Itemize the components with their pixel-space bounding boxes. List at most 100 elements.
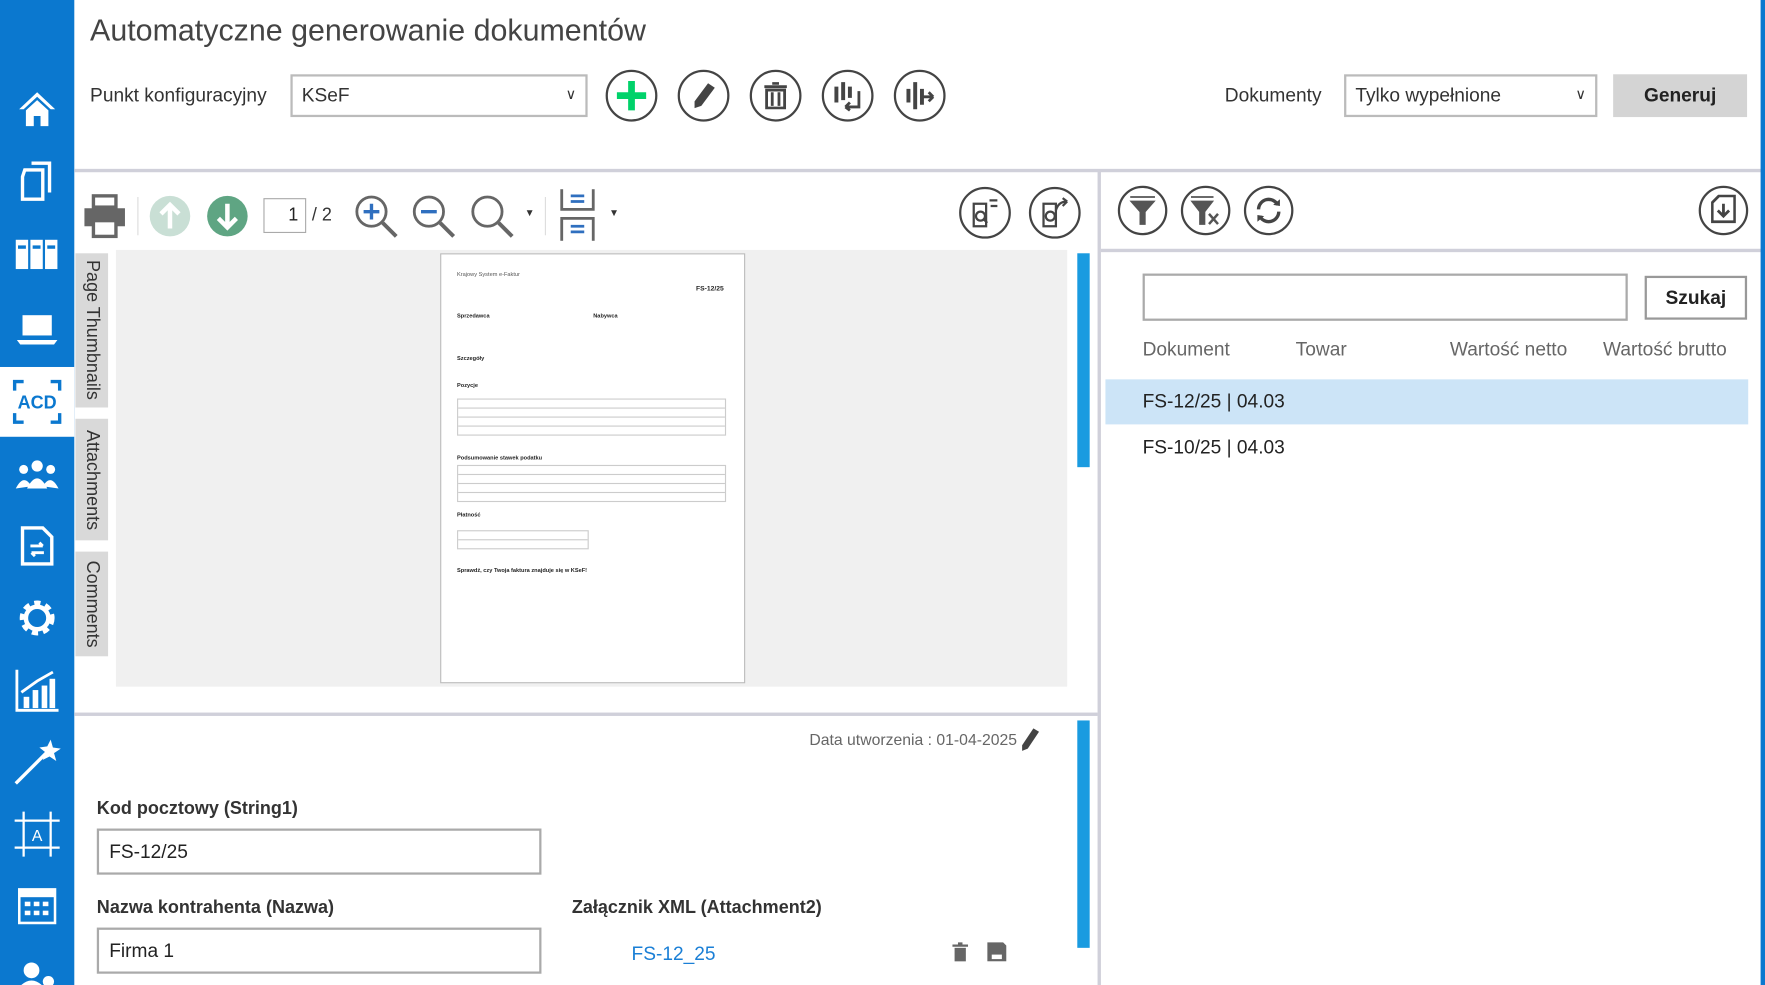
zoom-icon[interactable] <box>469 194 514 239</box>
doc-payment: Płatność <box>457 512 481 519</box>
page-layout-icon[interactable] <box>558 189 596 241</box>
document-sync-icon <box>20 526 54 566</box>
chevron-down-icon: ∨ <box>565 85 577 103</box>
chevron-down-icon: ∨ <box>1575 85 1587 103</box>
previous-page-icon[interactable] <box>149 195 192 238</box>
config-point-label: Punkt konfiguracyjny <box>90 84 267 106</box>
search-input[interactable] <box>1142 273 1628 321</box>
documents-icon <box>20 161 52 201</box>
sidebar-item-templates[interactable]: A <box>0 799 74 869</box>
documents-filter-value: Tylko wypełnione <box>1355 84 1502 106</box>
sidebar-item-workflow[interactable] <box>0 511 74 581</box>
page-number-input[interactable]: 1 <box>263 198 307 234</box>
document-page: Krajowy System e-Faktur FS-12/25 Sprzeda… <box>440 253 746 684</box>
column-header-document[interactable]: Dokument <box>1143 339 1230 362</box>
edit-pencil-icon[interactable] <box>1020 727 1040 752</box>
tab-page-thumbnails[interactable]: Page Thumbnails <box>75 253 109 408</box>
filter-button[interactable] <box>1117 185 1168 236</box>
users-icon <box>15 460 59 489</box>
sidebar-item-user-settings[interactable] <box>0 943 74 985</box>
doc-details: Szczegóły <box>457 355 485 363</box>
save-icon[interactable] <box>987 942 1007 962</box>
doc-tax-table <box>457 464 727 503</box>
rotate-search-button[interactable] <box>959 186 1011 239</box>
sidebar-item-workstation[interactable] <box>0 295 74 365</box>
sidebar-item-ocr[interactable]: ACD <box>0 366 75 437</box>
sidebar-item-library[interactable] <box>0 220 74 290</box>
column-header-item[interactable]: Towar <box>1296 339 1347 362</box>
xml-attachment-link[interactable]: FS-12_25 <box>632 943 716 966</box>
toolbar-separator <box>544 196 546 236</box>
trash-icon <box>764 82 787 110</box>
doc-positions-table <box>457 398 727 436</box>
doc-tax-summary: Podsumowanie stawek podatku <box>457 454 543 462</box>
config-point-value: KSeF <box>301 84 350 106</box>
sidebar-item-wizard[interactable] <box>0 727 74 797</box>
column-header-gross-value[interactable]: Wartość brutto <box>1603 339 1727 362</box>
home-icon <box>19 92 56 127</box>
doc-buyer: Nabywca <box>593 312 618 320</box>
import-bars-icon <box>834 82 861 112</box>
preview-scrollbar[interactable] <box>1077 253 1090 468</box>
sidebar-item-documents[interactable] <box>0 146 74 216</box>
pencil-icon <box>694 83 715 109</box>
doc-number: FS-12/25 <box>696 285 724 293</box>
zoom-in-icon[interactable] <box>353 194 398 239</box>
sidebar-item-settings[interactable] <box>0 583 74 653</box>
app-window: ACD A Automatyczne generowanie dokumentó… <box>0 0 1765 985</box>
list-item[interactable]: FS-10/25 | 04.03 <box>1105 426 1748 471</box>
filter-clear-icon <box>1190 196 1219 225</box>
refresh-icon <box>1256 197 1281 224</box>
tab-attachments[interactable]: Attachments <box>75 418 109 541</box>
list-item[interactable]: FS-12/25 | 04.03 <box>1105 379 1749 425</box>
laptop-icon <box>16 315 58 345</box>
page-title: Automatyczne generowanie dokumentów <box>90 13 646 48</box>
xml-attachment-label: Załącznik XML (Attachment2) <box>571 898 822 918</box>
acd-icon: ACD <box>12 379 62 424</box>
trash-icon[interactable] <box>952 942 969 962</box>
doc-brand: Krajowy System e-Faktur <box>457 271 520 279</box>
created-date: Data utworzenia : 01-04-2025 <box>809 730 1018 749</box>
preview-divider <box>74 712 1098 716</box>
contractor-name-label: Nazwa kontrahenta (Nazwa) <box>96 898 335 918</box>
doc-positions: Pozycje <box>457 382 479 390</box>
contractor-name-input[interactable]: Firma 1 <box>96 927 542 974</box>
sidebar-item-calendar[interactable] <box>0 871 74 941</box>
download-document-button[interactable] <box>1698 185 1749 236</box>
zoom-dropdown-icon[interactable]: ▼ <box>525 207 535 218</box>
tab-comments[interactable]: Comments <box>75 551 109 657</box>
form-scrollbar[interactable] <box>1077 720 1090 948</box>
document-search-icon <box>972 199 998 228</box>
calendar-icon <box>18 888 57 925</box>
delete-button[interactable] <box>749 69 802 122</box>
postal-code-input[interactable]: FS-12/25 <box>96 828 542 875</box>
magic-wand-icon <box>14 739 61 785</box>
share-document-button[interactable] <box>1028 186 1081 239</box>
edit-button[interactable] <box>677 69 730 122</box>
add-button[interactable] <box>605 69 658 122</box>
right-toolbar-divider <box>1100 248 1765 253</box>
export-button[interactable] <box>893 69 946 122</box>
sidebar-item-reports[interactable] <box>0 655 74 725</box>
config-point-select[interactable]: KSeF ∨ <box>290 74 588 118</box>
library-icon <box>15 239 58 270</box>
page-total: / 2 <box>311 206 332 226</box>
window-edge <box>1760 0 1765 985</box>
toolbar-separator <box>137 196 139 236</box>
doc-payment-table <box>457 530 589 550</box>
clear-filter-button[interactable] <box>1180 185 1231 236</box>
layout-dropdown-icon[interactable]: ▼ <box>609 207 619 218</box>
print-icon[interactable] <box>82 194 127 239</box>
sidebar-item-users[interactable] <box>0 439 74 509</box>
next-page-icon[interactable] <box>206 195 249 238</box>
refresh-button[interactable] <box>1243 185 1294 236</box>
zoom-out-icon[interactable] <box>411 194 456 239</box>
search-button[interactable]: Szukaj <box>1644 275 1748 320</box>
generate-button[interactable]: Generuj <box>1613 74 1748 118</box>
sidebar-item-home[interactable] <box>0 74 74 144</box>
column-header-net-value[interactable]: Wartość netto <box>1450 339 1567 362</box>
user-gear-icon <box>21 962 55 985</box>
svg-text:ACD: ACD <box>18 393 57 413</box>
documents-filter-select[interactable]: Tylko wypełnione ∨ <box>1344 74 1598 118</box>
import-button[interactable] <box>821 69 874 122</box>
